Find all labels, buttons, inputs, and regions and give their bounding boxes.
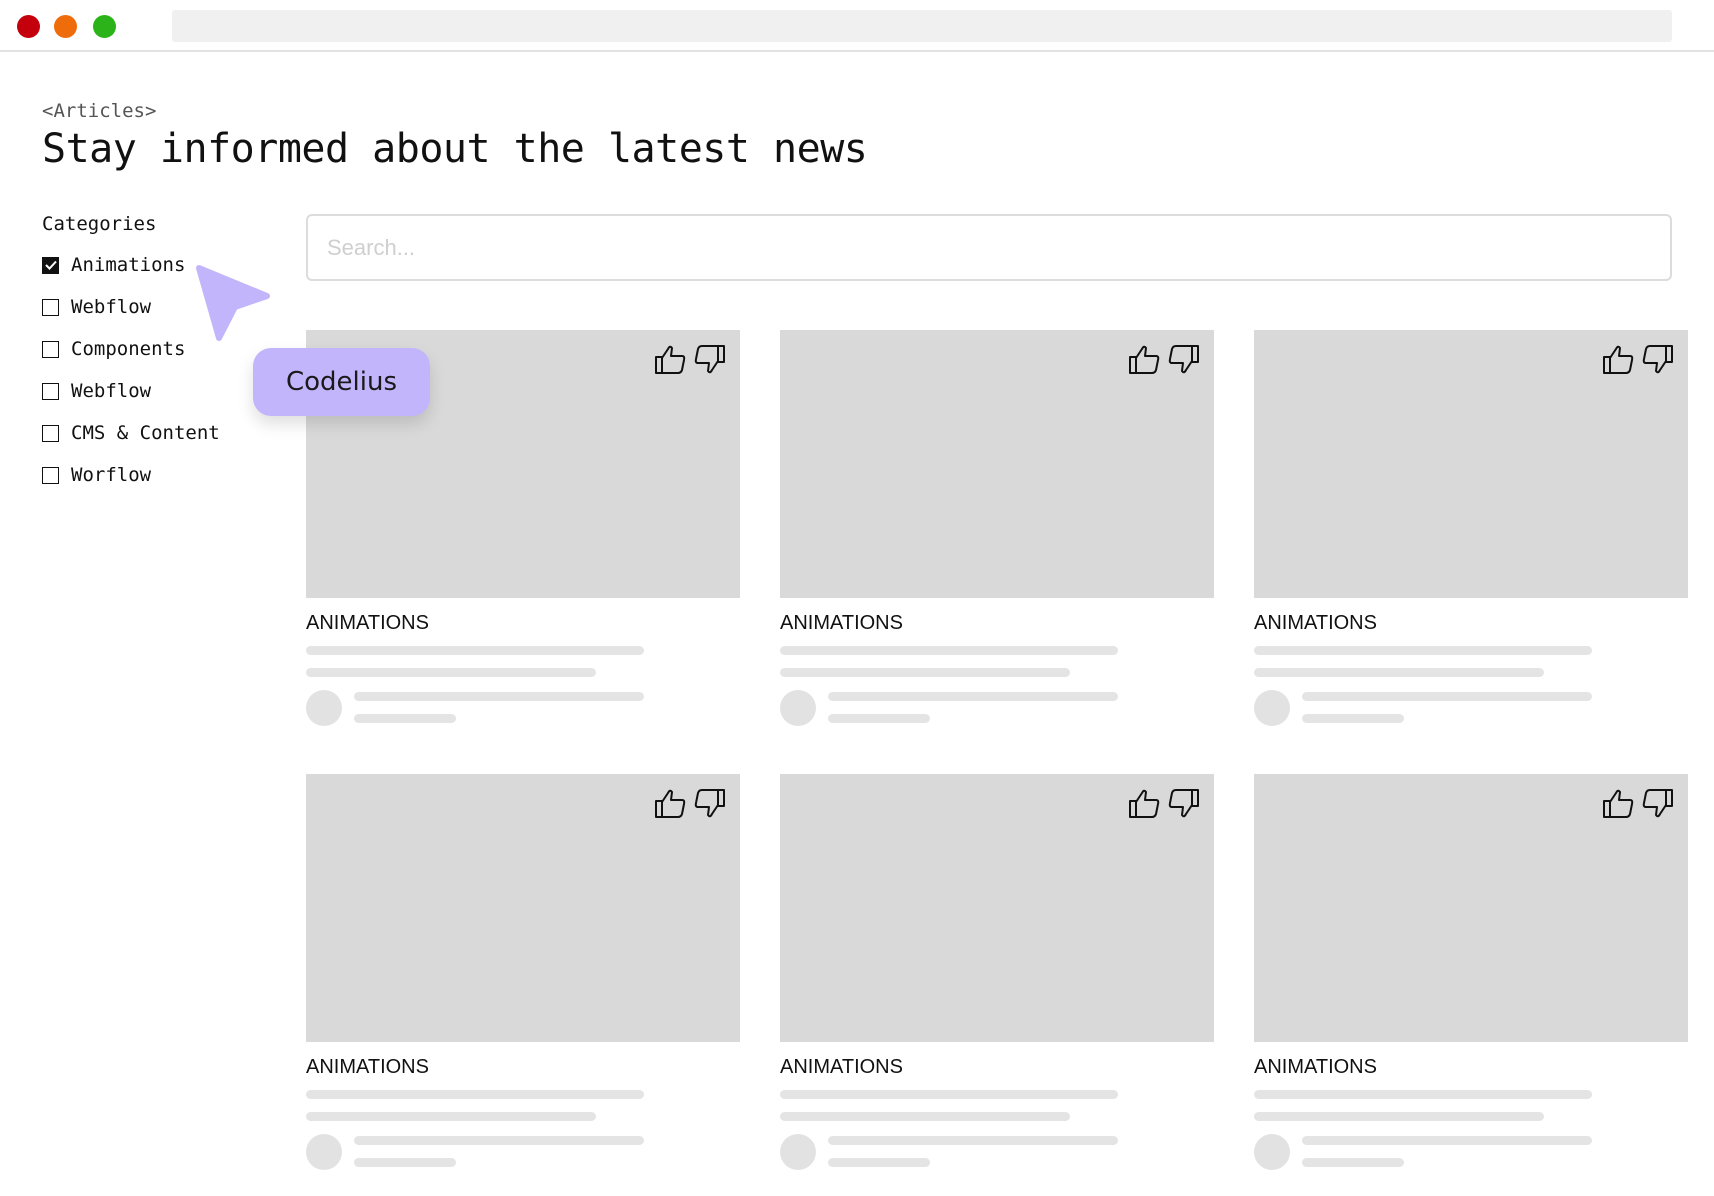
card-category: ANIMATIONS [306, 1056, 429, 1078]
thumbs-up-icon[interactable] [1602, 787, 1635, 820]
collaborator-cursor-icon [196, 265, 270, 341]
page-title: Stay informed about the latest news [42, 126, 868, 172]
card-category: ANIMATIONS [1254, 612, 1377, 634]
article-card[interactable]: ANIMATIONS [1254, 330, 1688, 730]
thumbs-down-icon[interactable] [1641, 787, 1674, 820]
category-filter-animations[interactable]: Animations [42, 252, 185, 278]
avatar [306, 690, 342, 726]
title-placeholder [306, 1112, 596, 1121]
category-label: Worflow [71, 464, 152, 486]
vote-controls [654, 343, 726, 376]
checkbox[interactable] [42, 298, 59, 316]
checkbox[interactable] [42, 466, 59, 484]
card-thumbnail [780, 330, 1214, 598]
category-label: Components [71, 338, 186, 360]
article-card[interactable]: ANIMATIONS [306, 774, 740, 1174]
thumbs-up-icon[interactable] [1128, 343, 1161, 376]
category-filter-webflow[interactable]: Webflow [42, 294, 151, 320]
category-label: Webflow [71, 380, 152, 402]
card-category: ANIMATIONS [780, 1056, 903, 1078]
thumbs-up-icon[interactable] [1602, 343, 1635, 376]
thumbs-down-icon[interactable] [693, 787, 726, 820]
avatar [780, 1134, 816, 1170]
title-placeholder [780, 1090, 1118, 1099]
avatar [1254, 690, 1290, 726]
article-card[interactable]: ANIMATIONS [780, 774, 1214, 1174]
checkbox[interactable] [42, 382, 59, 400]
article-card[interactable]: ANIMATIONS [1254, 774, 1688, 1174]
checkbox-checked[interactable] [42, 256, 59, 274]
maximize-window-button[interactable] [93, 15, 116, 38]
author-placeholder [828, 1136, 1118, 1145]
card-category: ANIMATIONS [306, 612, 429, 634]
avatar [780, 690, 816, 726]
thumbs-up-icon[interactable] [654, 787, 687, 820]
author-placeholder [1302, 1136, 1592, 1145]
title-placeholder [1254, 1090, 1592, 1099]
address-bar[interactable] [172, 10, 1672, 42]
vote-controls [654, 787, 726, 820]
thumbs-down-icon[interactable] [693, 343, 726, 376]
title-placeholder [780, 1112, 1070, 1121]
title-placeholder [780, 668, 1070, 677]
card-thumbnail [780, 774, 1214, 1042]
vote-controls [1602, 787, 1674, 820]
title-placeholder [1254, 646, 1592, 655]
title-placeholder [306, 668, 596, 677]
close-window-button[interactable] [17, 15, 40, 38]
category-filter-worflow[interactable]: Worflow [42, 462, 151, 488]
card-thumbnail [1254, 330, 1688, 598]
thumbs-up-icon[interactable] [1128, 787, 1161, 820]
section-eyebrow: <Articles> [42, 100, 157, 122]
categories-heading: Categories [42, 213, 157, 235]
date-placeholder [828, 714, 930, 723]
category-label: Animations [71, 254, 186, 276]
author-placeholder [354, 692, 644, 701]
date-placeholder [354, 1158, 456, 1167]
title-placeholder [1254, 668, 1544, 677]
check-icon [44, 260, 57, 270]
browser-chrome [0, 0, 1714, 52]
avatar [306, 1134, 342, 1170]
card-thumbnail [1254, 774, 1688, 1042]
author-placeholder [354, 1136, 644, 1145]
category-filter-webflow-2[interactable]: Webflow [42, 378, 151, 404]
title-placeholder [1254, 1112, 1544, 1121]
article-card[interactable]: ANIMATIONS [780, 330, 1214, 730]
category-label: Webflow [71, 296, 152, 318]
vote-controls [1128, 787, 1200, 820]
thumbs-down-icon[interactable] [1167, 787, 1200, 820]
date-placeholder [1302, 714, 1404, 723]
thumbs-up-icon[interactable] [654, 343, 687, 376]
minimize-window-button[interactable] [54, 15, 77, 38]
author-placeholder [828, 692, 1118, 701]
card-thumbnail [306, 774, 740, 1042]
author-placeholder [1302, 692, 1592, 701]
checkbox[interactable] [42, 340, 59, 358]
thumbs-down-icon[interactable] [1641, 343, 1674, 376]
collaborator-name-tag: Codelius [253, 348, 430, 416]
thumbs-down-icon[interactable] [1167, 343, 1200, 376]
category-filter-components[interactable]: Components [42, 336, 185, 362]
date-placeholder [828, 1158, 930, 1167]
vote-controls [1602, 343, 1674, 376]
vote-controls [1128, 343, 1200, 376]
date-placeholder [354, 714, 456, 723]
title-placeholder [306, 646, 644, 655]
date-placeholder [1302, 1158, 1404, 1167]
card-category: ANIMATIONS [780, 612, 903, 634]
avatar [1254, 1134, 1290, 1170]
checkbox[interactable] [42, 424, 59, 442]
category-filter-cms-content[interactable]: CMS & Content [42, 420, 220, 446]
category-label: CMS & Content [71, 422, 220, 444]
card-category: ANIMATIONS [1254, 1056, 1377, 1078]
title-placeholder [306, 1090, 644, 1099]
search-input[interactable] [306, 214, 1672, 281]
title-placeholder [780, 646, 1118, 655]
